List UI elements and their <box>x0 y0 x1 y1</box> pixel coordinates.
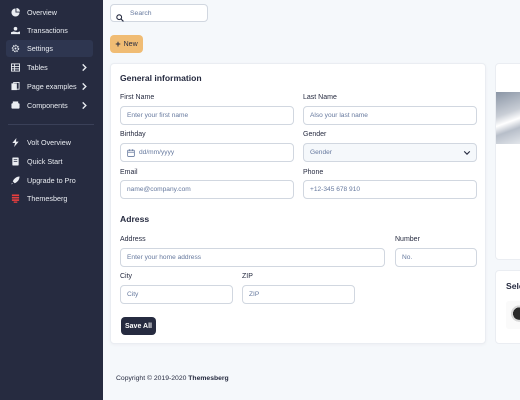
zip-placeholder: ZIP <box>249 291 260 298</box>
search-input[interactable] <box>130 9 200 17</box>
first-name-placeholder: Enter your first name <box>127 112 189 119</box>
sidebar-item-components[interactable]: Components <box>6 97 93 114</box>
themesberg-logo-icon <box>11 194 20 203</box>
number-field[interactable]: No. <box>395 248 477 267</box>
new-button[interactable]: + New <box>110 35 143 53</box>
cover-photo <box>496 92 520 144</box>
first-name-label: First Name <box>120 94 155 101</box>
number-label: Number <box>395 236 420 243</box>
chevron-right-icon <box>80 63 89 72</box>
email-field[interactable]: name@company.com <box>120 180 294 199</box>
sidebar-item-label: Components <box>27 101 68 110</box>
select-profile-photo-card: Sele <box>495 270 520 344</box>
settings-form-card: General information First Name Enter you… <box>110 63 486 344</box>
sidebar-item-upgrade-to-pro[interactable]: Upgrade to Pro <box>6 172 93 189</box>
address-section-title: Adress <box>120 214 150 224</box>
sidebar-item-transactions[interactable]: Transactions <box>6 22 93 39</box>
select-profile-photo-title: Sele <box>506 281 520 291</box>
sidebar-item-overview[interactable]: Overview <box>6 4 93 21</box>
sidebar-item-page-examples[interactable]: Page examples <box>6 78 93 95</box>
book-icon <box>11 157 20 166</box>
sidebar-item-label: Page examples <box>27 82 77 91</box>
first-name-field[interactable]: Enter your first name <box>120 106 294 125</box>
box-icon <box>11 101 20 110</box>
sidebar-item-settings[interactable]: Settings <box>6 40 93 57</box>
sidebar-item-label: Themesberg <box>27 194 68 203</box>
phone-label: Phone <box>303 169 324 176</box>
footer-text: Copyright © 2019-2020 <box>116 375 189 382</box>
rocket-icon <box>11 176 20 185</box>
sidebar-item-themesberg[interactable]: Themesberg <box>6 190 93 207</box>
file-icon <box>11 82 20 91</box>
cover-photo-card <box>495 63 520 260</box>
zip-field[interactable]: ZIP <box>242 285 355 304</box>
last-name-field[interactable]: Also your last name <box>303 106 477 125</box>
gender-select[interactable]: Gender <box>303 143 477 162</box>
sidebar-item-volt-overview[interactable]: Volt Overview <box>6 134 93 151</box>
new-button-label: New <box>123 40 138 48</box>
birthday-label: Birthday <box>120 131 146 138</box>
chevron-right-icon <box>80 101 89 110</box>
email-label: Email <box>120 169 138 176</box>
sidebar-item-label: Tables <box>27 63 48 72</box>
sidebar-item-label: Quick Start <box>27 157 63 166</box>
birthday-field[interactable]: dd/mm/yyyy <box>120 143 294 162</box>
save-all-button[interactable]: Save All <box>121 317 156 335</box>
calendar-icon <box>127 148 135 157</box>
gear-icon <box>11 44 20 53</box>
chevron-down-icon <box>463 149 471 157</box>
search-box[interactable] <box>110 4 208 22</box>
address-field[interactable]: Enter your home address <box>120 248 385 267</box>
bolt-icon <box>11 138 20 147</box>
profile-photo-thumbnail[interactable] <box>506 301 520 329</box>
last-name-placeholder: Also your last name <box>310 112 368 119</box>
gender-label: Gender <box>303 131 327 138</box>
search-icon <box>116 9 124 22</box>
sidebar-item-label: Settings <box>27 44 53 53</box>
gender-value: Gender <box>310 149 332 156</box>
hand-money-icon <box>11 26 20 35</box>
city-field[interactable]: City <box>120 285 233 304</box>
chevron-right-icon <box>80 82 89 91</box>
sidebar-item-label: Upgrade to Pro <box>27 176 76 185</box>
email-placeholder: name@company.com <box>127 186 191 193</box>
last-name-label: Last Name <box>303 94 337 101</box>
phone-field[interactable]: +12-345 678 910 <box>303 180 477 199</box>
city-placeholder: City <box>127 291 139 298</box>
sidebar-divider <box>8 124 94 125</box>
plus-icon: + <box>115 39 121 49</box>
city-label: City <box>120 273 133 280</box>
sidebar-item-label: Volt Overview <box>27 138 71 147</box>
sidebar: Overview Transactions Settings Tables Pa… <box>0 0 103 400</box>
pie-chart-icon <box>11 8 20 17</box>
birthday-placeholder: dd/mm/yyyy <box>139 149 175 156</box>
zip-label: ZIP <box>242 273 253 280</box>
sidebar-item-label: Transactions <box>27 26 68 35</box>
address-placeholder: Enter your home address <box>127 254 202 261</box>
phone-placeholder: +12-345 678 910 <box>310 186 361 193</box>
footer-brand-link[interactable]: Themesberg <box>188 375 228 382</box>
footer-copyright: Copyright © 2019-2020 Themesberg <box>116 375 229 382</box>
table-icon <box>11 63 20 72</box>
general-information-title: General information <box>120 73 202 83</box>
sidebar-item-quick-start[interactable]: Quick Start <box>6 153 93 170</box>
address-label: Address <box>120 236 146 243</box>
number-placeholder: No. <box>402 254 413 261</box>
sidebar-item-tables[interactable]: Tables <box>6 59 93 76</box>
sidebar-item-label: Overview <box>27 8 57 17</box>
